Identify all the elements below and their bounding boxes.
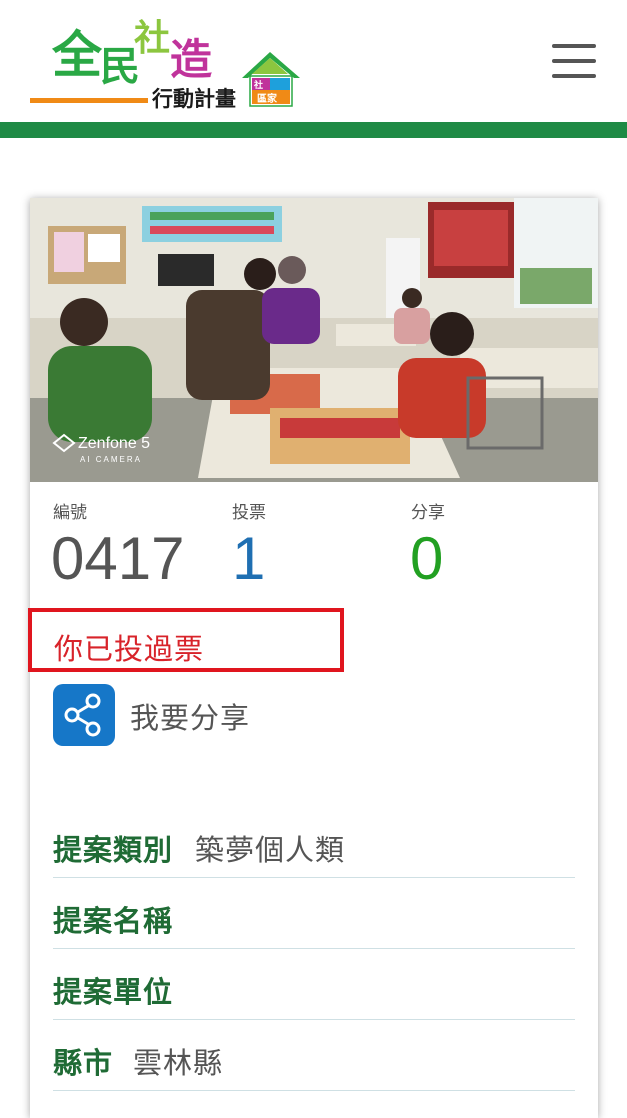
share-button-label: 我要分享 xyxy=(130,701,251,735)
id-value: 0417 xyxy=(51,525,185,592)
share-count: 0 xyxy=(410,525,444,592)
hamburger-menu-icon[interactable] xyxy=(552,44,596,78)
photo-watermark-brand: Zenfone 5 xyxy=(78,435,150,452)
logo-house-top: 社 xyxy=(253,79,263,91)
vote-label: 投票 xyxy=(232,503,266,523)
logo-subtitle: 行動計畫 xyxy=(151,86,236,111)
photo-watermark-sub: AI CAMERA xyxy=(80,455,142,464)
logo-graphic: 全 民 社 造 行動計畫 社 區家 xyxy=(30,17,300,111)
vote-count: 1 xyxy=(232,525,266,592)
logo-char-1: 全 xyxy=(51,25,103,84)
info-row-category: 提案類別 築夢個人類 xyxy=(53,807,575,878)
header-divider-bar xyxy=(0,122,627,138)
info-key-county: 縣市 xyxy=(53,1046,114,1080)
site-header: 全 民 社 造 行動計畫 社 區家 xyxy=(0,0,627,122)
info-row-unit: 提案單位 xyxy=(53,949,575,1020)
voted-message: 你已投過票 xyxy=(54,632,205,666)
info-key-unit: 提案單位 xyxy=(53,975,174,1009)
logo-char-3: 社 xyxy=(134,17,170,59)
share-count-label: 分享 xyxy=(411,503,445,523)
info-key-name: 提案名稱 xyxy=(53,904,174,938)
info-value-category: 築夢個人類 xyxy=(195,833,346,867)
logo-char-4: 造 xyxy=(170,35,212,84)
logo-house-bottom: 區家 xyxy=(257,92,278,105)
info-key-category: 提案類別 xyxy=(53,833,174,867)
share-icon-graphic xyxy=(64,693,101,737)
info-row-county: 縣市 雲林縣 xyxy=(53,1020,575,1091)
share-icon[interactable] xyxy=(53,684,115,746)
site-logo[interactable]: 全 民 社 造 行動計畫 社 區家 xyxy=(30,12,310,112)
info-row-name: 提案名稱 xyxy=(53,878,575,949)
info-value-county: 雲林縣 xyxy=(133,1046,224,1080)
proposal-card: Zenfone 5 AI CAMERA 編號 投票 分享 0417 1 0 你已… xyxy=(28,198,598,1118)
share-button[interactable]: 我要分享 xyxy=(53,684,313,746)
photo-illustration: Zenfone 5 AI CAMERA xyxy=(30,198,598,482)
id-label: 編號 xyxy=(53,503,87,523)
proposal-photo[interactable]: Zenfone 5 AI CAMERA xyxy=(30,198,598,482)
